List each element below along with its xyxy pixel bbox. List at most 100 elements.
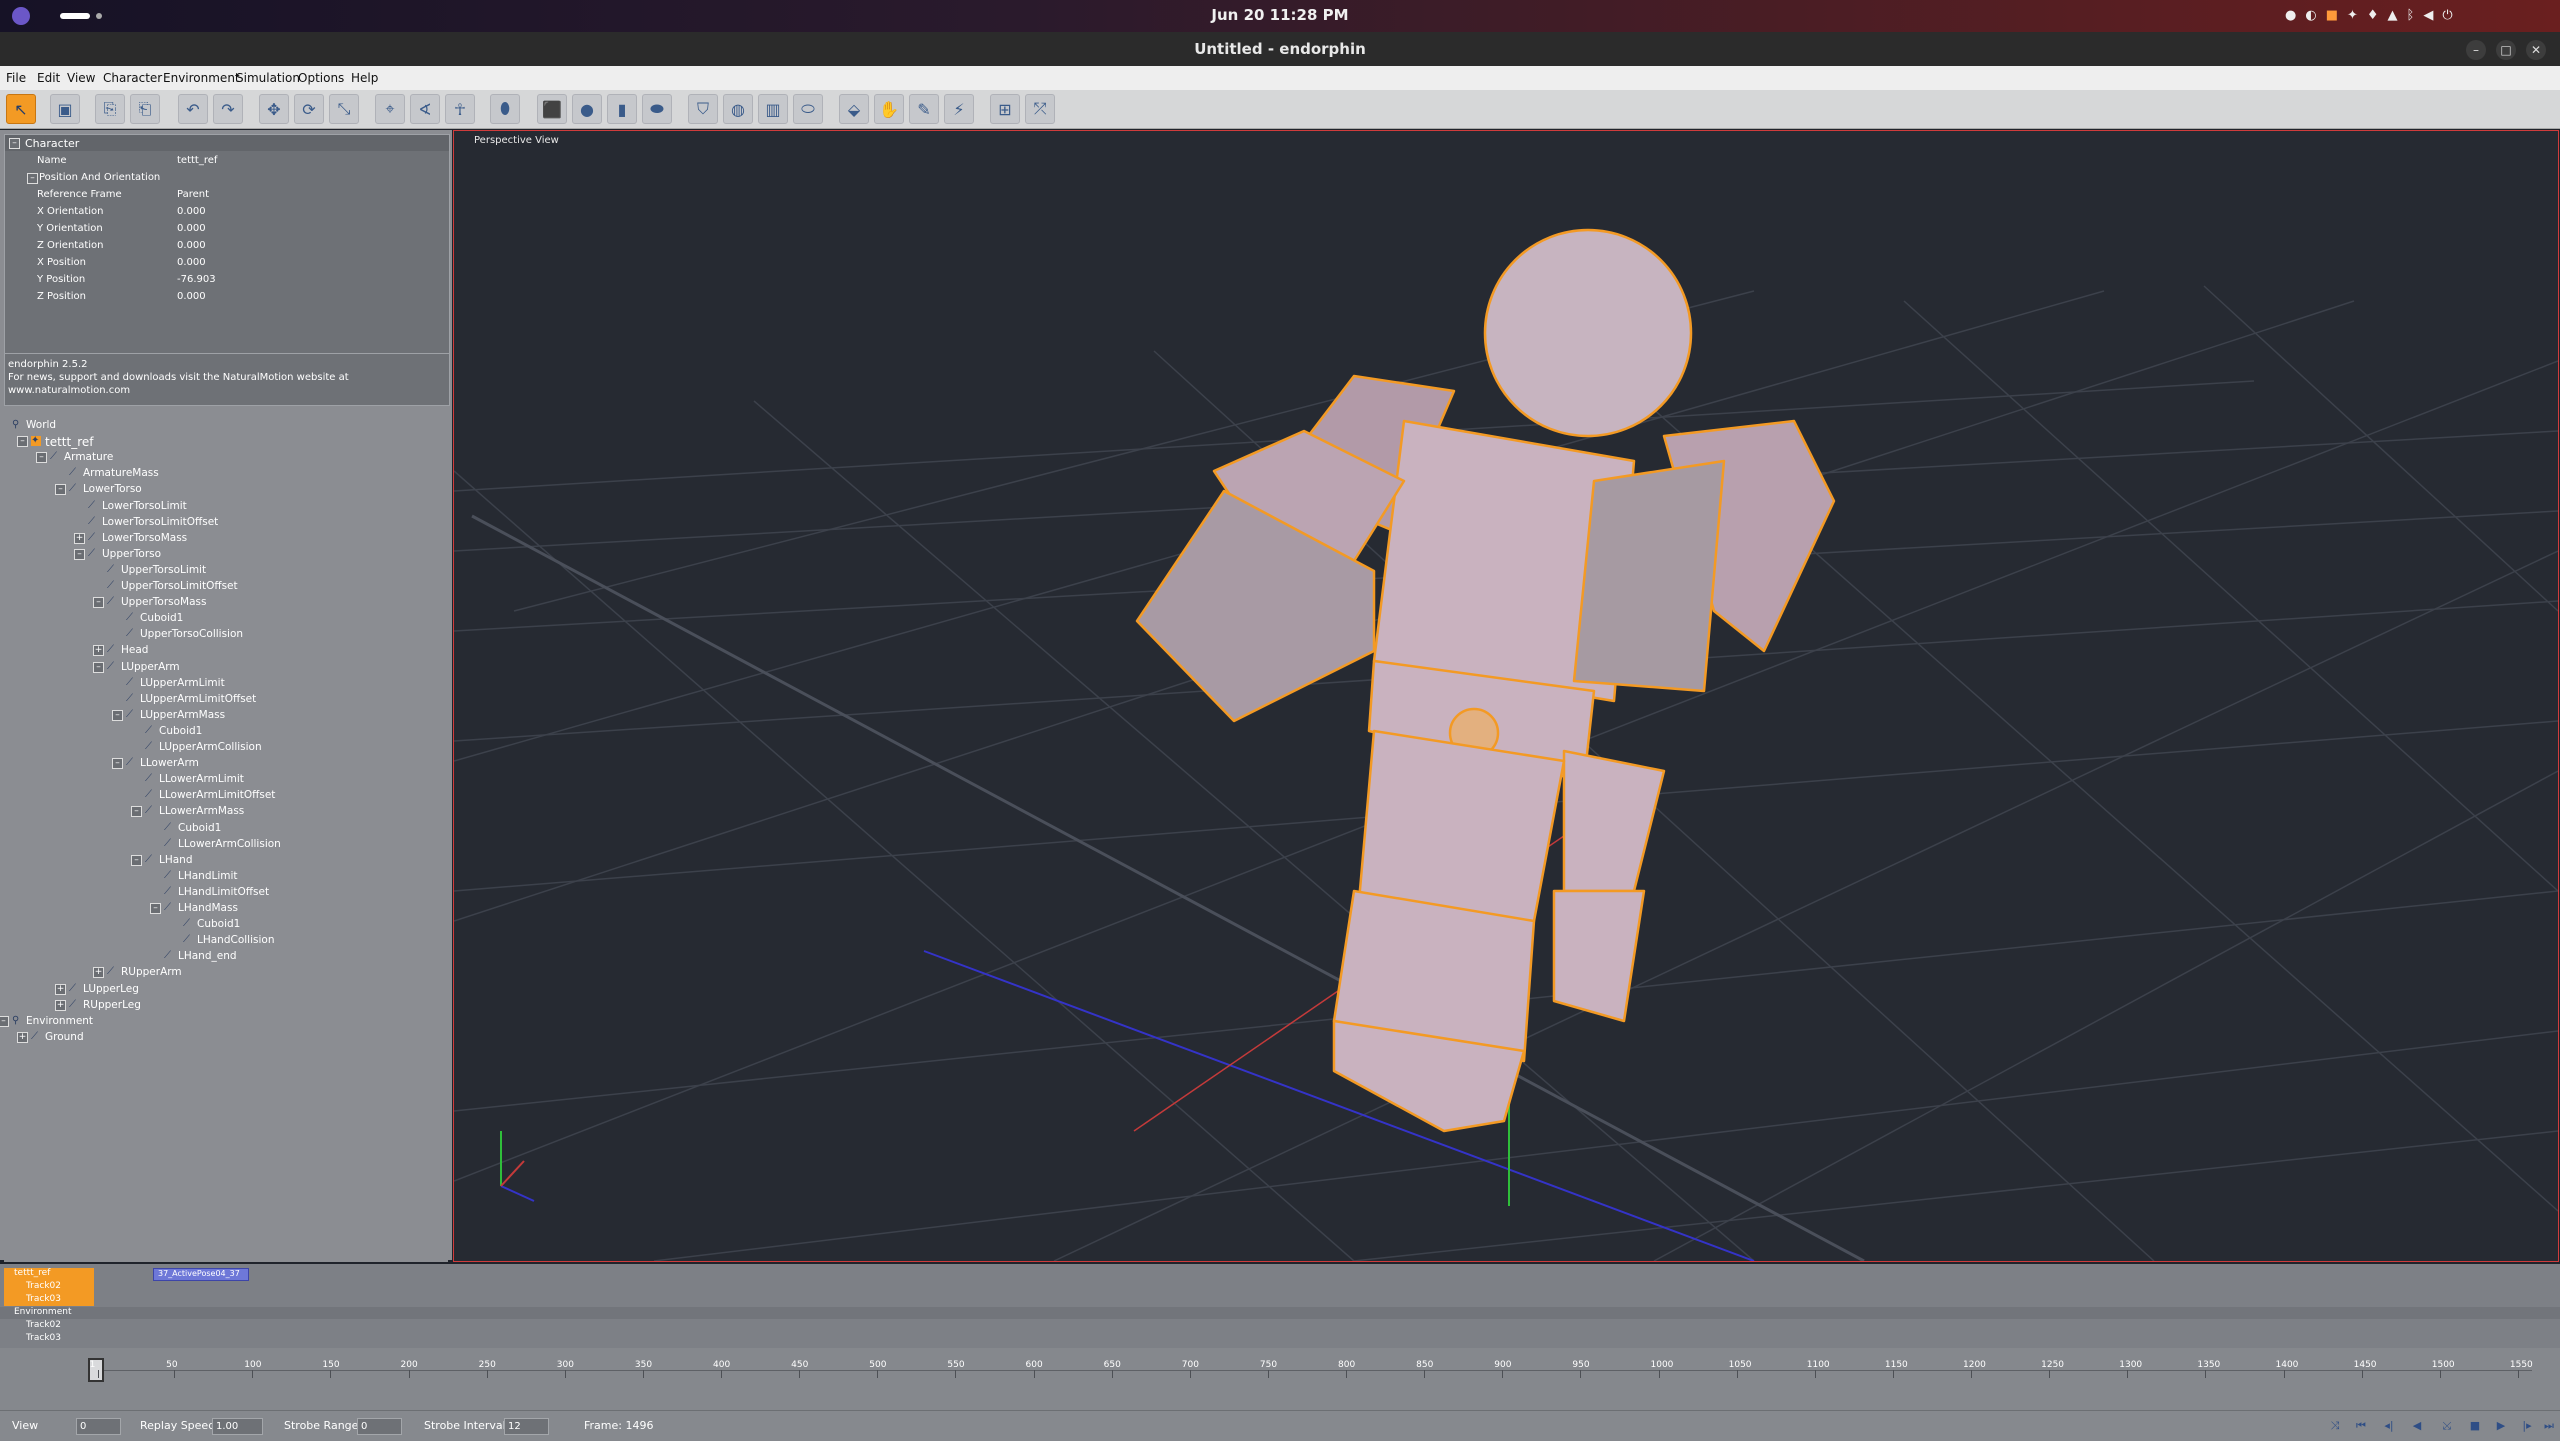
behaviour-button[interactable]: ⬙: [839, 94, 869, 124]
tree-node[interactable]: – ⟋ LHand: [4, 853, 444, 867]
tree-node[interactable]: + ⟋ Head: [4, 643, 444, 657]
left-upper-leg[interactable]: [1357, 729, 1566, 923]
hold-button[interactable]: ✋: [874, 94, 904, 124]
mass-button[interactable]: ⬮: [490, 94, 520, 124]
property-row[interactable]: Name tettt_ref: [5, 153, 449, 170]
tree-expand-icon[interactable]: –: [36, 452, 47, 464]
tray-notification-icon[interactable]: ■: [2326, 8, 2347, 23]
tray-icon[interactable]: ♦: [2367, 8, 2388, 23]
property-value[interactable]: 0.000: [177, 257, 206, 268]
tree-node[interactable]: ⟋ LUpperArmLimitOffset: [4, 692, 444, 706]
track-row[interactable]: Track02: [0, 1281, 2560, 1293]
tree-node[interactable]: ⟋ Cuboid1: [4, 917, 444, 931]
go-to-start-icon[interactable]: ⏮: [2352, 1419, 2370, 1433]
joint-button[interactable]: ⌖: [375, 94, 405, 124]
maximize-icon[interactable]: □: [2496, 40, 2516, 60]
track-row[interactable]: Environment: [0, 1307, 2560, 1319]
property-row[interactable]: Z Position 0.000: [5, 289, 449, 306]
ragdoll-character[interactable]: [1135, 228, 1836, 1133]
cylinder-shape-button[interactable]: ▮: [607, 94, 637, 124]
track-label[interactable]: Environment: [14, 1307, 71, 1317]
tree-expand-icon[interactable]: –: [93, 597, 104, 609]
tree-node[interactable]: ⚲ World: [4, 418, 444, 432]
track-row[interactable]: Track03: [0, 1333, 2560, 1345]
tree-expand-icon[interactable]: +: [93, 967, 104, 979]
transform-button[interactable]: ⤱: [1025, 94, 1055, 124]
perspective-viewport[interactable]: [453, 130, 2559, 1262]
tree-expand-icon[interactable]: +: [74, 532, 85, 544]
tree-expand-icon[interactable]: +: [55, 999, 66, 1011]
sphere-shape-button[interactable]: ●: [572, 94, 602, 124]
strobe-range-spinbox[interactable]: 0: [357, 1418, 402, 1435]
collision-box-button[interactable]: ⛉: [688, 94, 718, 124]
collision-capsule-button[interactable]: ⬭: [793, 94, 823, 124]
tree-node[interactable]: + ⟋ RUpperArm: [4, 965, 444, 979]
replay-speed-spinbox[interactable]: 1.00: [212, 1418, 263, 1435]
tree-expand-icon[interactable]: –: [112, 709, 123, 721]
system-clock[interactable]: Jun 20 11:28 PM: [0, 6, 2560, 24]
capsule-shape-button[interactable]: ⬬: [642, 94, 672, 124]
tree-node[interactable]: ⟋ ArmatureMass: [4, 466, 444, 480]
tree-node[interactable]: – ⟋ UpperTorsoMass: [4, 595, 444, 609]
property-row[interactable]: Y Orientation 0.000: [5, 221, 449, 238]
menu-edit[interactable]: Edit: [37, 71, 60, 85]
right-lower-leg[interactable]: [1552, 889, 1646, 1023]
volume-icon[interactable]: ◀: [2423, 8, 2442, 23]
tree-node[interactable]: ⟋ LowerTorsoLimitOffset: [4, 515, 444, 529]
tree-node[interactable]: – ⟋ LLowerArm: [4, 756, 444, 770]
menu-options[interactable]: Options: [298, 71, 344, 85]
tree-node[interactable]: ⟋ LLowerArmLimit: [4, 772, 444, 786]
network-icon[interactable]: ▲: [2388, 8, 2407, 23]
tree-node[interactable]: + ⟋ Ground: [4, 1030, 444, 1044]
tree-expand-icon[interactable]: –: [74, 548, 85, 560]
tree-node[interactable]: – ✦ tettt_ref: [4, 434, 444, 449]
tree-expand-icon[interactable]: –: [0, 1015, 9, 1027]
menu-character[interactable]: Character: [103, 71, 162, 85]
record-icon[interactable]: ⤩: [2438, 1419, 2456, 1433]
track-row[interactable]: tettt_ref: [0, 1268, 2560, 1280]
tree-expand-icon[interactable]: –: [93, 661, 104, 673]
play-icon[interactable]: ▶: [2492, 1419, 2510, 1433]
close-icon[interactable]: ✕: [2526, 40, 2546, 60]
property-value[interactable]: -76.903: [177, 274, 216, 285]
property-row[interactable]: Z Orientation 0.000: [5, 238, 449, 255]
menu-file[interactable]: File: [6, 71, 26, 85]
tree-expand-icon[interactable]: +: [55, 983, 66, 995]
tree-node[interactable]: – ⟋ LUpperArmMass: [4, 708, 444, 722]
redo-button[interactable]: ↷: [213, 94, 243, 124]
event-button[interactable]: ⚡: [944, 94, 974, 124]
menu-help[interactable]: Help: [351, 71, 378, 85]
tree-expand-icon[interactable]: –: [131, 854, 142, 866]
tree-expand-icon[interactable]: –: [17, 436, 28, 448]
loop-icon[interactable]: ⤨: [2326, 1419, 2344, 1433]
tree-node[interactable]: ⟋ Cuboid1: [4, 611, 444, 625]
property-value[interactable]: 0.000: [177, 206, 206, 217]
tree-expand-icon[interactable]: +: [93, 645, 104, 657]
box-shape-button[interactable]: ⬛: [537, 94, 567, 124]
export-button[interactable]: ⎗: [130, 94, 160, 124]
collision-cylinder-button[interactable]: ▥: [758, 94, 788, 124]
tree-node[interactable]: + ⟋ LowerTorsoMass: [4, 531, 444, 545]
tree-node[interactable]: ⟋ LUpperArmLimit: [4, 676, 444, 690]
property-group-row[interactable]: – Position And Orientation: [5, 170, 449, 187]
property-value[interactable]: tettt_ref: [177, 155, 217, 166]
layout-button[interactable]: ⊞: [990, 94, 1020, 124]
save-button[interactable]: ▣: [50, 94, 80, 124]
tree-node[interactable]: ⟋ Cuboid1: [4, 724, 444, 738]
collapse-icon[interactable]: –: [9, 138, 20, 149]
property-value[interactable]: Parent: [177, 189, 209, 200]
tree-expand-icon[interactable]: +: [17, 1031, 28, 1043]
head[interactable]: [1483, 228, 1693, 438]
tree-node[interactable]: – ⟋ LUpperArm: [4, 660, 444, 674]
tree-node[interactable]: ⟋ UpperTorsoCollision: [4, 627, 444, 641]
property-value[interactable]: 0.000: [177, 240, 206, 251]
tree-node[interactable]: ⟋ LowerTorsoLimit: [4, 499, 444, 513]
property-value[interactable]: 0.000: [177, 223, 206, 234]
power-icon[interactable]: ⏻: [2442, 8, 2461, 23]
tree-node[interactable]: – ⟋ UpperTorso: [4, 547, 444, 561]
properties-header[interactable]: – Character: [5, 135, 449, 151]
tree-node[interactable]: ⟋ LHandLimitOffset: [4, 885, 444, 899]
animation-clip[interactable]: 37_ActivePose04_37: [153, 1268, 249, 1281]
step-forward-icon[interactable]: |▸: [2518, 1419, 2536, 1433]
undo-button[interactable]: ↶: [178, 94, 208, 124]
